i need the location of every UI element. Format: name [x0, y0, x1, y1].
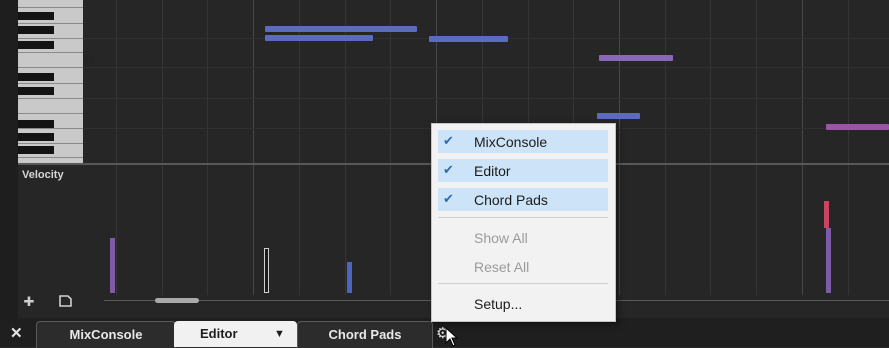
black-key[interactable]	[18, 41, 54, 49]
editor-left-strip	[0, 0, 18, 318]
plus-icon[interactable]: ✚	[22, 295, 36, 309]
velocity-bar[interactable]	[347, 262, 352, 293]
white-key-divider	[18, 67, 83, 68]
white-key-divider	[18, 98, 83, 99]
velocity-lane-label: Velocity	[22, 169, 64, 181]
velocity-bar[interactable]	[824, 201, 829, 228]
menu-item-editor[interactable]: ✔ Editor	[438, 159, 608, 182]
menu-item-label: Reset All	[474, 259, 530, 275]
menu-item-reset-all: Reset All	[438, 255, 608, 278]
black-key[interactable]	[18, 73, 54, 81]
white-key-divider	[18, 52, 83, 53]
tab-label: MixConsole	[69, 327, 143, 342]
piano-keyboard[interactable]: C3	[18, 0, 95, 163]
menu-item-setup[interactable]: Setup...	[438, 292, 608, 315]
midi-note[interactable]	[826, 124, 889, 130]
menu-item-label: MixConsole	[474, 134, 548, 150]
midi-note[interactable]	[597, 113, 640, 119]
tab-label: Chord Pads	[328, 327, 402, 342]
menu-separator	[438, 283, 608, 284]
black-key[interactable]	[18, 26, 54, 34]
black-key[interactable]	[18, 133, 54, 141]
checkmark-icon: ✔	[443, 133, 454, 148]
midi-note[interactable]	[265, 26, 417, 32]
white-key-divider	[18, 128, 83, 129]
white-key-divider	[18, 38, 83, 39]
menu-item-chord-pads[interactable]: ✔ Chord Pads	[438, 188, 608, 211]
menu-item-label: Editor	[474, 163, 511, 179]
tab-visibility-context-menu: ✔ MixConsole ✔ Editor ✔ Chord Pads Show …	[431, 123, 616, 322]
velocity-bar[interactable]	[826, 228, 831, 293]
midi-note[interactable]	[599, 55, 673, 61]
velocity-bar[interactable]	[110, 238, 115, 293]
mouse-cursor-icon	[445, 327, 459, 347]
checkmark-icon: ✔	[443, 162, 454, 177]
black-key[interactable]	[18, 12, 54, 20]
black-key[interactable]	[18, 87, 54, 95]
black-key[interactable]	[18, 120, 54, 128]
scrollbar-thumb[interactable]	[155, 298, 199, 303]
menu-item-label: Show All	[474, 230, 528, 246]
white-key-divider	[18, 113, 83, 114]
black-key[interactable]	[18, 146, 54, 154]
white-key-divider	[18, 143, 83, 144]
white-key-divider	[18, 83, 83, 84]
menu-item-label: Chord Pads	[474, 192, 548, 208]
midi-note[interactable]	[429, 36, 508, 42]
tab-label: Editor	[200, 326, 238, 341]
white-key-divider	[18, 157, 83, 158]
tab-mixconsole[interactable]: MixConsole	[36, 321, 176, 348]
menu-item-show-all: Show All	[438, 226, 608, 249]
tab-chord-pads[interactable]: Chord Pads	[297, 321, 433, 348]
page-icon[interactable]	[58, 295, 72, 309]
midi-note[interactable]	[265, 35, 373, 41]
menu-separator	[438, 217, 608, 218]
menu-item-mixconsole[interactable]: ✔ MixConsole	[438, 130, 608, 153]
white-key-divider	[18, 23, 83, 24]
tab-editor[interactable]: Editor ▼	[174, 321, 297, 347]
close-icon[interactable]: ✕	[10, 324, 23, 342]
velocity-bar-selected[interactable]	[264, 248, 269, 293]
menu-item-label: Setup...	[474, 296, 523, 312]
chevron-down-icon[interactable]: ▼	[274, 321, 285, 347]
white-key-divider	[18, 7, 83, 8]
checkmark-icon: ✔	[443, 191, 454, 206]
